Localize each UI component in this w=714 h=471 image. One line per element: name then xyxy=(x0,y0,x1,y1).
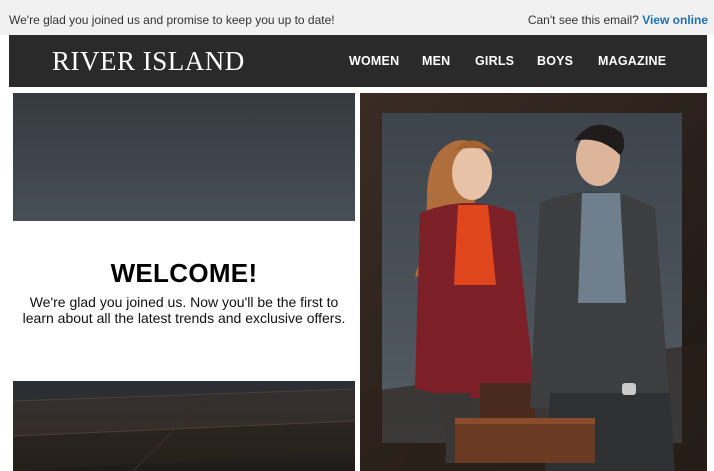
nav-magazine[interactable]: MAGAZINE xyxy=(598,54,666,68)
welcome-body: We're glad you joined us. Now you'll be … xyxy=(22,294,346,326)
couple-fashion-photo-icon xyxy=(360,93,707,471)
nav-women[interactable]: WOMEN xyxy=(349,54,399,68)
nav-men[interactable]: MEN xyxy=(422,54,450,68)
wood-floor-icon xyxy=(13,388,355,471)
cant-see-text: Can't see this email? xyxy=(527,13,639,27)
backdrop-image-tile xyxy=(13,93,355,221)
preheader-bar: We're glad you joined us and promise to … xyxy=(0,0,714,35)
view-online-link[interactable]: View online xyxy=(642,13,708,27)
hero-photo[interactable] xyxy=(360,93,707,471)
header-nav-bar: RIVER ISLAND WOMEN MEN GIRLS BOYS MAGAZI… xyxy=(9,35,707,87)
view-online-line: Can't see this email? View online xyxy=(528,13,708,27)
river-island-logo[interactable]: RIVER ISLAND xyxy=(52,46,245,76)
preheader-message: We're glad you joined us and promise to … xyxy=(9,13,335,27)
welcome-block: WELCOME! We're glad you joined us. Now y… xyxy=(13,258,355,326)
welcome-title: WELCOME! xyxy=(110,258,258,288)
nav-boys[interactable]: BOYS xyxy=(537,54,573,68)
nav-girls[interactable]: GIRLS xyxy=(475,54,514,68)
floor-image-tile xyxy=(13,381,355,471)
